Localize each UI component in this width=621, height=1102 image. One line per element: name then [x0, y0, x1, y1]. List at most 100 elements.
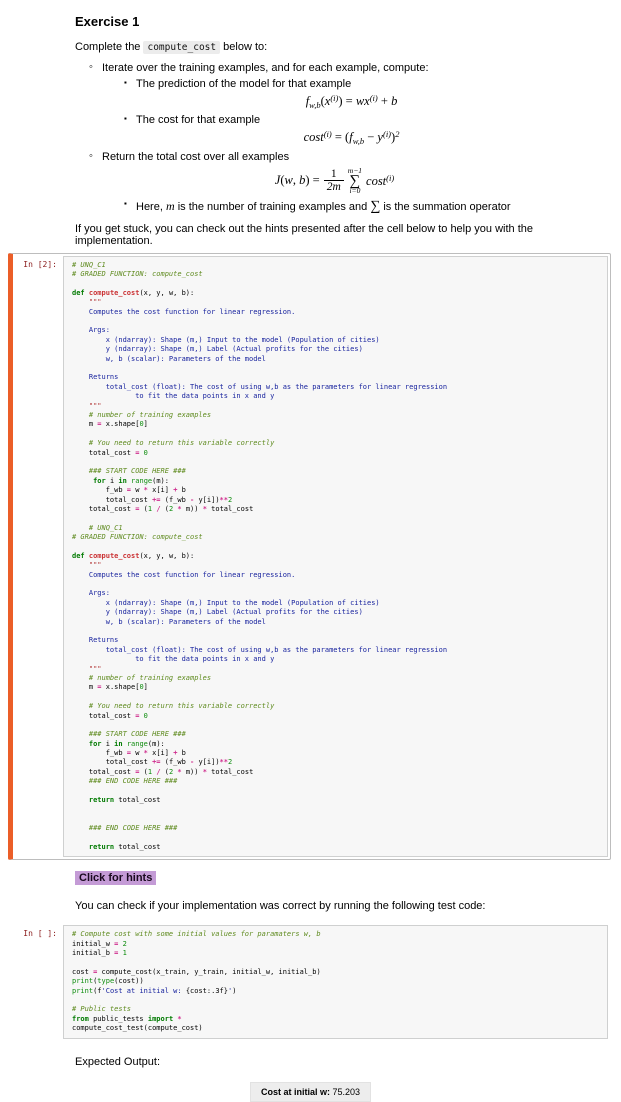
code-line: x (ndarray): Shape (m,) Input to the mod…	[72, 598, 384, 607]
test-instructions-markdown: You can check if your implementation was…	[75, 900, 486, 913]
code-line: m = x.shape[0]	[72, 683, 153, 692]
summation-symbol: m−1 ∑ i=0	[348, 167, 362, 195]
code-line: initial_w = 2	[72, 939, 127, 948]
exercise-intro: Complete the compute_cost below to:	[75, 41, 268, 54]
bullet-cost: The cost for that example cost(i) = (fw,…	[124, 114, 607, 146]
bullet-prediction-text: The prediction of the model for that exa…	[136, 78, 352, 90]
exercise-markdown-cell: Exercise 1 Complete the compute_cost bel…	[0, 0, 621, 247]
code-line: total_cost (float): The cost of using w,…	[72, 645, 448, 654]
formula-rhs: cost(i)	[366, 172, 395, 188]
code-line: # GRADED FUNCTION: compute_cost	[72, 533, 203, 542]
code-line: y (ndarray): Shape (m,) Label (Actual pr…	[72, 345, 368, 354]
code-line: total_cost = 0	[72, 448, 148, 457]
bullet-iterate-text: Iterate over the training examples, and …	[102, 62, 429, 74]
code-line: Args:	[72, 326, 110, 335]
code-line: total_cost += (f_wb - y[i])**2	[72, 758, 233, 767]
code-line: w, b (scalar): Parameters of the model	[72, 354, 266, 363]
expected-output-table: Cost at initial w: 75.203	[0, 1081, 621, 1102]
input-prompt: In [2]:	[23, 259, 57, 269]
code-line: to fit the data points in x and y	[72, 655, 275, 664]
hints-toggle[interactable]: Click for hints	[75, 871, 157, 886]
code-line: to fit the data points in x and y	[72, 392, 275, 401]
code-line: def compute_cost(x, y, w, b):	[72, 551, 199, 560]
code-line: total_cost = (1 / (2 * m)) * total_cost	[72, 767, 254, 776]
code-line: print(type(cost))	[72, 977, 144, 986]
code-line: # GRADED FUNCTION: compute_cost	[72, 270, 203, 279]
code-line: f_wb = w * x[i] + b	[72, 749, 186, 758]
expected-output-value: Cost at initial w: 75.203	[249, 1081, 372, 1102]
code-line: def compute_cost(x, y, w, b):	[72, 288, 199, 297]
code-line: # You need to return this variable corre…	[88, 439, 275, 448]
code-line: total_cost = 0	[72, 711, 148, 720]
fraction: 1 2m	[323, 167, 344, 194]
expected-output-header: Cost at initial w:	[260, 1086, 330, 1097]
bullet-return: Return the total cost over all examples …	[89, 150, 607, 215]
stuck-hint-text: If you get stuck, you can check out the …	[75, 222, 533, 247]
code-line: total_cost += (f_wb - y[i])**2	[72, 495, 233, 504]
code-line: y (ndarray): Shape (m,) Label (Actual pr…	[72, 608, 368, 617]
code-line: # number of training examples	[88, 411, 212, 419]
code-line: total_cost = (1 / (2 * m)) * total_cost	[72, 504, 254, 513]
code-cell-compute-cost[interactable]: In [2]: # UNQ_C1 # GRADED FUNCTION: compu…	[8, 252, 611, 861]
code-line: Returns	[72, 373, 119, 382]
code-editor-compute-cost[interactable]: # UNQ_C1 # GRADED FUNCTION: compute_cost …	[63, 255, 608, 858]
code-editor-test[interactable]: # Compute cost with some initial values …	[63, 925, 608, 1039]
code-line: ### START CODE HERE ###	[88, 730, 195, 739]
code-line: x (ndarray): Shape (m,) Input to the mod…	[72, 335, 384, 344]
code-line: f_wb = w * x[i] + b	[72, 486, 186, 495]
code-line: Computes the cost function for linear re…	[72, 570, 296, 579]
formula-lhs: J(w, b) =	[274, 173, 320, 188]
fraction-denominator: 2m	[323, 180, 344, 194]
code-line: """	[88, 298, 102, 307]
code-line: Returns	[72, 636, 119, 645]
formula-prediction: fw,b(x(i)) = wx(i) + b	[305, 93, 398, 110]
code-line: # number of training examples	[88, 673, 212, 682]
code-line: from public_tests import *	[72, 1014, 182, 1023]
code-line: total_cost (float): The cost of using w,…	[72, 382, 448, 391]
bullet-prediction: The prediction of the model for that exa…	[124, 78, 607, 110]
fraction-numerator: 1	[330, 167, 337, 180]
code-line: print(f'Cost at initial w: {cost:.3f}')	[72, 986, 237, 995]
hints-section: Click for hints	[75, 868, 607, 886]
code-line: Args:	[72, 589, 110, 598]
code-line: for i in range(m):	[88, 739, 165, 748]
code-line: # Public tests	[72, 1005, 132, 1014]
bullet-iterate: Iterate over the training examples, and …	[89, 61, 607, 146]
code-line: # Compute cost with some initial values …	[72, 930, 321, 939]
bullet-here-m: Here, m is the number of training exampl…	[124, 199, 607, 215]
code-line: # UNQ_C1	[88, 523, 123, 532]
sum-lower-limit: i=0	[349, 186, 361, 196]
code-line: return total_cost	[88, 796, 161, 805]
code-line: """	[88, 561, 102, 570]
code-line: initial_b = 1	[72, 949, 127, 958]
code-line: """	[88, 401, 102, 410]
input-prompt-empty: In [ ]:	[23, 929, 57, 939]
expected-output-label: Expected Output:	[75, 1055, 160, 1068]
expected-output-number: 75.203	[332, 1086, 361, 1097]
code-line: return total_cost	[88, 842, 161, 851]
code-line: m = x.shape[0]	[72, 420, 153, 429]
code-line: """	[88, 664, 102, 673]
exercise-bullet-list: Iterate over the training examples, and …	[75, 61, 607, 215]
code-line: Computes the cost function for linear re…	[72, 307, 296, 316]
formula-total-cost: J(w, b) = 1 2m m−1 ∑ i=0 cost(i)	[102, 167, 567, 195]
exercise-title: Exercise 1	[75, 14, 140, 29]
code-line: ### START CODE HERE ###	[88, 467, 195, 476]
code-line: compute_cost_test(compute_cost)	[72, 1024, 203, 1033]
